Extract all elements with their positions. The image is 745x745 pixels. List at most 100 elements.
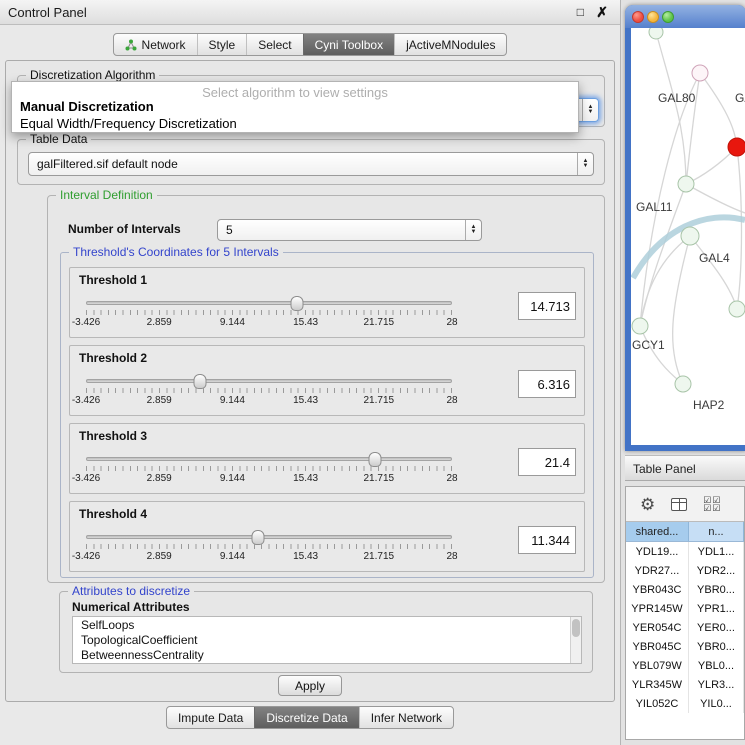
node-label[interactable]: GAL11 — [636, 200, 673, 214]
table-header-row: shared... n... — [626, 522, 744, 542]
network-graph[interactable]: GAL80 GA GAL11 GAL4 GCY1 HAP2 — [631, 28, 745, 445]
tab-impute-data[interactable]: Impute Data — [167, 707, 254, 728]
slider-tick-labels: -3.426 2.859 9.144 15.43 21.715 28 — [86, 473, 452, 485]
tab-label: Cyni Toolbox — [315, 38, 383, 52]
network-node[interactable] — [632, 318, 648, 334]
network-view-window: GAL80 GA GAL11 GAL4 GCY1 HAP2 — [625, 5, 745, 451]
tab-style[interactable]: Style — [197, 34, 247, 55]
network-node[interactable] — [678, 176, 694, 192]
table-row[interactable]: YDR27... YDR2... — [626, 561, 744, 580]
node-label[interactable]: GAL80 — [658, 91, 696, 105]
slider-tick-labels: -3.426 2.859 9.144 15.43 21.715 28 — [86, 395, 452, 407]
scrollbar-thumb[interactable] — [572, 619, 580, 637]
network-canvas[interactable]: GAL80 GA GAL11 GAL4 GCY1 HAP2 — [631, 28, 745, 445]
number-of-intervals-combobox[interactable]: 5 ▲▼ — [217, 219, 482, 241]
table-row[interactable]: YPR145W YPR1... — [626, 599, 744, 618]
threshold-3-block: Threshold 3 -3.426 2.859 9.144 15.43 — [69, 423, 585, 494]
node-label[interactable]: GA — [735, 91, 745, 105]
threshold-4-slider[interactable]: -3.426 2.859 9.144 15.43 21.715 28 — [78, 526, 460, 568]
table-row[interactable]: YBR043C YBR0... — [626, 580, 744, 599]
threshold-1-slider[interactable]: -3.426 2.859 9.144 15.43 21.715 28 — [78, 292, 460, 334]
slider-thumb[interactable] — [193, 374, 206, 389]
list-item[interactable]: SelfLoops — [73, 617, 581, 632]
tab-jactivemodules[interactable]: jActiveMNodules — [394, 34, 506, 55]
table-row[interactable]: YBL079W YBL0... — [626, 656, 744, 675]
slider-track[interactable] — [86, 301, 452, 305]
float-window-icon[interactable]: □ — [577, 5, 584, 19]
algorithm-dropdown-popup: Select algorithm to view settings Manual… — [11, 81, 579, 133]
network-node[interactable] — [692, 65, 708, 81]
slider-thumb[interactable] — [368, 452, 381, 467]
network-node[interactable] — [649, 28, 663, 39]
slider-thumb[interactable] — [252, 530, 265, 545]
combo-stepper-icon[interactable]: ▲▼ — [465, 220, 481, 240]
tab-network[interactable]: Network — [114, 34, 197, 55]
list-item[interactable]: BetweennessCentrality — [73, 647, 581, 662]
table-data-group: Table Data galFiltered.sif default node … — [17, 139, 605, 185]
minimize-button[interactable] — [647, 11, 659, 23]
select-columns-icon[interactable]: ☑☑☑☑ — [703, 496, 721, 512]
table-row[interactable]: YIL052C YIL0... — [626, 694, 744, 713]
node-label[interactable]: GAL4 — [699, 251, 730, 265]
tab-select[interactable]: Select — [246, 34, 302, 55]
list-item[interactable]: TopologicalCoefficient — [73, 632, 581, 647]
slider-ticks — [86, 466, 452, 471]
window-title: Control Panel — [8, 5, 87, 20]
node-label[interactable]: GCY1 — [632, 338, 665, 352]
table-panel-header: Table Panel — [625, 455, 745, 481]
cyni-toolbox-panel: Discretization Algorithm ▲▼ Select algor… — [5, 60, 615, 702]
close-icon[interactable]: ✗ — [596, 4, 608, 21]
close-button[interactable] — [632, 11, 644, 23]
slider-track[interactable] — [86, 379, 452, 383]
threshold-3-value-field[interactable] — [518, 448, 576, 476]
threshold-2-slider[interactable]: -3.426 2.859 9.144 15.43 21.715 28 — [78, 370, 460, 412]
slider-track[interactable] — [86, 457, 452, 461]
attributes-list: SelfLoops TopologicalCoefficient Between… — [72, 616, 582, 664]
threshold-4-value-field[interactable] — [518, 526, 576, 554]
attributes-scrollbar[interactable] — [570, 617, 581, 663]
network-node[interactable] — [675, 376, 691, 392]
table-data-combobox[interactable]: galFiltered.sif default node ▲▼ — [28, 152, 594, 176]
apply-button[interactable]: Apply — [278, 675, 342, 696]
tab-discretize-data[interactable]: Discretize Data — [254, 707, 358, 728]
slider-track[interactable] — [86, 535, 452, 539]
combo-stepper-icon[interactable]: ▲▼ — [582, 99, 598, 121]
zoom-button[interactable] — [662, 11, 674, 23]
table-panel-window: ⚙ ☑☑☑☑ shared... n... YDL19... YDL1... Y… — [625, 486, 745, 740]
table-row[interactable]: YER054C YER0... — [626, 618, 744, 637]
network-window-titlebar[interactable] — [625, 5, 745, 28]
node-label[interactable]: HAP2 — [693, 398, 725, 412]
group-label: Discretization Algorithm — [26, 68, 159, 82]
control-panel-window: Control Panel □ ✗ Network — [0, 0, 621, 745]
threshold-2-value-field[interactable] — [518, 370, 576, 398]
tab-infer-network[interactable]: Infer Network — [359, 707, 453, 728]
thresholds-group: Threshold's Coordinates for 5 Intervals … — [60, 252, 594, 578]
network-node[interactable] — [681, 227, 699, 245]
combo-stepper-icon[interactable]: ▲▼ — [577, 153, 593, 175]
bottom-tab-bar: Impute Data Discretize Data Infer Networ… — [0, 706, 620, 729]
table-row[interactable]: YLR345W YLR3... — [626, 675, 744, 694]
threshold-1-value-field[interactable] — [518, 292, 576, 320]
tab-cyni-toolbox[interactable]: Cyni Toolbox — [303, 34, 394, 55]
tab-label: Infer Network — [371, 711, 442, 725]
slider-thumb[interactable] — [291, 296, 304, 311]
number-of-intervals-label: Number of Intervals — [68, 222, 181, 236]
column-header-name[interactable]: n... — [689, 522, 744, 542]
popup-option-equal-width[interactable]: Equal Width/Frequency Discretization — [20, 116, 237, 131]
columns-icon[interactable] — [671, 498, 687, 511]
column-header-shared-name[interactable]: shared... — [626, 522, 689, 542]
attributes-group: Attributes to discretize Numerical Attri… — [59, 591, 593, 673]
network-node[interactable] — [729, 301, 745, 317]
gear-icon[interactable]: ⚙ — [640, 496, 655, 513]
control-panel-titlebar: Control Panel □ ✗ — [0, 0, 620, 25]
tab-label: Network — [142, 38, 186, 52]
table-row[interactable]: YDL19... YDL1... — [626, 542, 744, 561]
threshold-3-slider[interactable]: -3.426 2.859 9.144 15.43 21.715 28 — [78, 448, 460, 490]
desktop: Control Panel □ ✗ Network — [0, 0, 745, 745]
table-row[interactable]: YBR045C YBR0... — [626, 637, 744, 656]
popup-option-manual[interactable]: Manual Discretization — [20, 99, 154, 114]
tab-label: Select — [258, 38, 291, 52]
node-table: shared... n... YDL19... YDL1... YDR27...… — [626, 521, 744, 739]
threshold-4-label: Threshold 4 — [79, 507, 147, 521]
network-node-selected[interactable] — [728, 138, 745, 156]
